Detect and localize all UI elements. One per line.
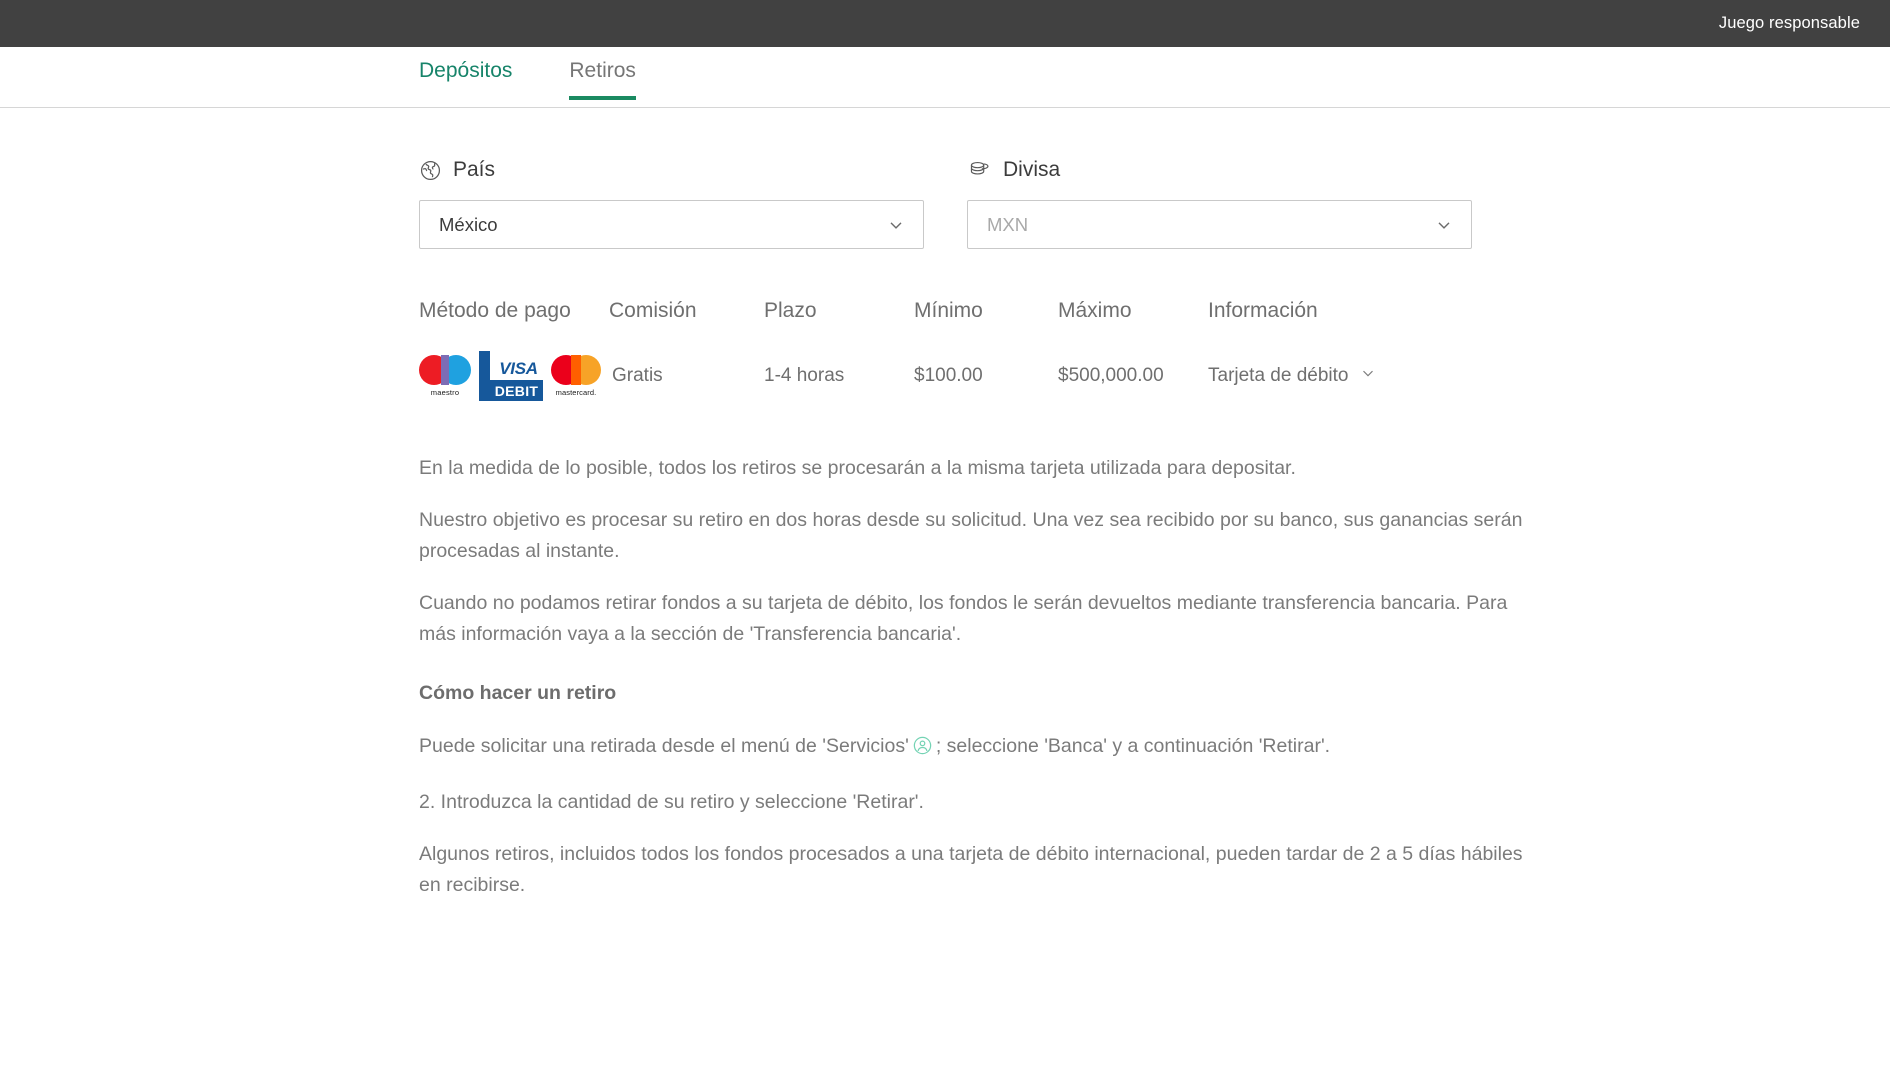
- country-select[interactable]: México: [419, 200, 924, 249]
- country-label-row: País: [419, 158, 924, 182]
- info-label: Tarjeta de débito: [1208, 365, 1349, 386]
- paragraph-processing-time: Nuestro objetivo es procesar su retiro e…: [419, 509, 1523, 562]
- chevron-down-icon: [1434, 215, 1454, 235]
- maestro-logo: maestro: [419, 355, 471, 397]
- tab-strip: Depósitos Retiros: [0, 47, 1890, 108]
- paragraph-step-one: Puede solicitar una retirada desde el me…: [419, 731, 1549, 766]
- cell-plazo: 1-4 horas: [764, 365, 845, 386]
- visa-logo-label: VISA: [499, 359, 538, 378]
- paragraph-international-delay: Algunos retiros, incluidos todos los fon…: [419, 843, 1523, 896]
- currency-label-row: Divisa: [967, 158, 1472, 182]
- selector-row: País México Divisa MXN: [419, 158, 1890, 249]
- currency-selector-group: Divisa MXN: [967, 158, 1472, 249]
- cell-informacion[interactable]: Tarjeta de débito: [1208, 364, 1393, 388]
- header-comision: Comisión: [609, 299, 697, 322]
- info-copy: En la medida de lo posible, todos los re…: [419, 453, 1549, 901]
- visa-debit-logo-label: DEBIT: [494, 383, 539, 399]
- paragraph-same-card: En la medida de lo posible, todos los re…: [419, 457, 1296, 479]
- tab-retiros-label: Retiros: [569, 59, 636, 82]
- responsible-gaming-link[interactable]: Juego responsable: [1719, 14, 1860, 33]
- cell-comision: Gratis: [612, 365, 663, 386]
- currency-select[interactable]: MXN: [967, 200, 1472, 249]
- maestro-logo-label: maestro: [430, 388, 460, 397]
- section-heading-how-to-withdraw: Cómo hacer un retiro: [419, 682, 617, 704]
- visa-debit-logo: VISA DEBIT: [479, 351, 543, 401]
- payment-method-logos: maestro VISA DEBIT mastercard.: [419, 351, 609, 401]
- coins-icon: [967, 159, 992, 182]
- tab-retiros[interactable]: Retiros: [569, 47, 636, 100]
- payment-methods-table: Método de pago Comisión Plazo Mínimo Máx…: [419, 299, 1539, 419]
- chevron-down-icon: [886, 215, 906, 235]
- paragraph-step-two: 2. Introduzca la cantidad de su retiro y…: [419, 791, 924, 813]
- cell-maximo: $500,000.00: [1058, 365, 1164, 386]
- header-maximo: Máximo: [1058, 299, 1132, 322]
- tab-depositos[interactable]: Depósitos: [419, 47, 512, 100]
- country-selector-group: País México: [419, 158, 924, 249]
- header-informacion: Información: [1208, 299, 1318, 322]
- globe-icon: [419, 159, 442, 182]
- account-person-icon: [912, 735, 933, 766]
- header-metodo-de-pago: Método de pago: [419, 299, 571, 322]
- top-bar: Juego responsable: [0, 0, 1890, 47]
- currency-select-value: MXN: [987, 213, 1029, 235]
- step-one-text-before: Puede solicitar una retirada desde el me…: [419, 735, 909, 757]
- cell-minimo: $100.00: [914, 365, 983, 386]
- table-header-row: Método de pago Comisión Plazo Mínimo Máx…: [419, 299, 1539, 333]
- currency-label: Divisa: [1003, 158, 1061, 181]
- header-minimo: Mínimo: [914, 299, 983, 322]
- country-select-value: México: [439, 213, 498, 235]
- table-row: maestro VISA DEBIT mastercard. Gratis 1-…: [419, 333, 1539, 419]
- mastercard-logo-label: mastercard.: [555, 388, 597, 397]
- mastercard-logo: mastercard.: [551, 355, 601, 397]
- tab-depositos-label: Depósitos: [419, 59, 513, 82]
- paragraph-bank-transfer-fallback: Cuando no podamos retirar fondos a su ta…: [419, 592, 1508, 645]
- header-plazo: Plazo: [764, 299, 817, 322]
- step-one-text-after: ; seleccione 'Banca' y a continuación 'R…: [935, 735, 1331, 757]
- country-label: País: [453, 158, 496, 181]
- page-content: País México Divisa MXN Método de pago Co…: [0, 158, 1890, 901]
- chevron-down-icon[interactable]: [1359, 364, 1377, 388]
